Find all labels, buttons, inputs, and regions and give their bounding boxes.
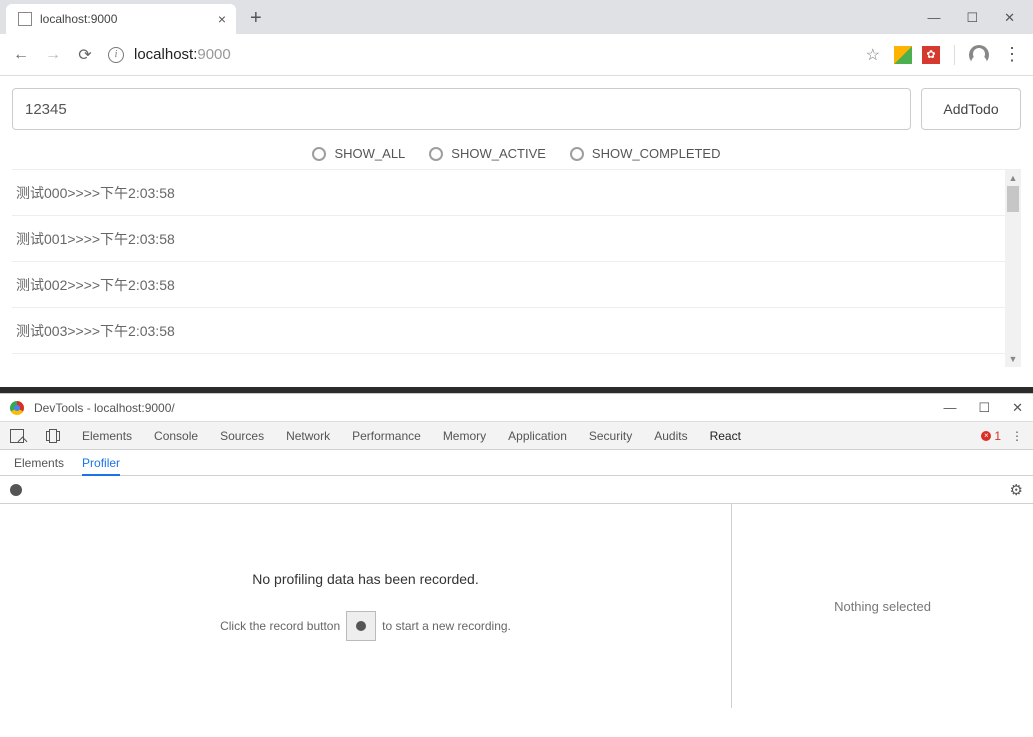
spacer <box>0 379 1033 387</box>
bookmark-star-icon[interactable]: ☆ <box>866 45 880 65</box>
url-port: 9000 <box>197 46 230 63</box>
todo-input[interactable] <box>12 88 911 130</box>
devtools-window: DevTools - localhost:9000/ — ☐ ✕ Element… <box>0 393 1033 708</box>
close-tab-icon[interactable]: × <box>218 12 226 26</box>
record-button-icon[interactable] <box>10 484 22 496</box>
browser-menu-icon[interactable]: ⋮ <box>1003 44 1021 65</box>
devtools-minimize-icon[interactable]: — <box>943 400 956 416</box>
list-item[interactable]: 测试000>>>>下午2:03:58 <box>12 170 1021 216</box>
devtools-title: DevTools - localhost:9000/ <box>34 401 175 415</box>
tab-performance[interactable]: Performance <box>352 429 421 443</box>
divider <box>954 45 955 65</box>
chrome-logo-icon <box>10 401 24 415</box>
filter-show-all[interactable]: SHOW_ALL <box>312 146 405 161</box>
settings-gear-icon[interactable]: ⚙ <box>1010 481 1023 499</box>
url-box[interactable]: i localhost:9000 <box>108 46 844 63</box>
radio-icon <box>312 147 326 161</box>
page-content: AddTodo SHOW_ALL SHOW_ACTIVE SHOW_COMPLE… <box>0 76 1033 379</box>
react-subtabs: Elements Profiler <box>0 450 1033 476</box>
inline-record-button[interactable] <box>346 611 376 641</box>
address-bar: ← → ⟳ i localhost:9000 ☆ ✿ ⋮ <box>0 34 1033 76</box>
site-info-icon[interactable]: i <box>108 47 124 63</box>
error-icon: × <box>981 431 991 441</box>
toggle-device-icon[interactable] <box>46 431 60 441</box>
window-title-bar: localhost:9000 × + — ☐ ✕ <box>0 0 1033 34</box>
list-item[interactable]: 测试001>>>>下午2:03:58 <box>12 216 1021 262</box>
profile-avatar-icon[interactable] <box>969 45 989 65</box>
browser-tab[interactable]: localhost:9000 × <box>6 4 236 34</box>
devtools-tabs: Elements Console Sources Network Perform… <box>0 422 1033 450</box>
filter-label: SHOW_ALL <box>334 146 405 161</box>
devtools-close-icon[interactable]: ✕ <box>1012 400 1023 416</box>
subtab-profiler[interactable]: Profiler <box>82 450 120 476</box>
profiler-message-2a: Click the record button <box>220 619 340 633</box>
profiler-toolbar: ⚙ <box>0 476 1033 504</box>
tab-react[interactable]: React <box>710 429 741 443</box>
back-icon[interactable]: ← <box>12 46 30 64</box>
devtools-maximize-icon[interactable]: ☐ <box>978 400 990 416</box>
inspect-element-icon[interactable] <box>10 429 24 443</box>
todo-list: 测试000>>>>下午2:03:58 测试001>>>>下午2:03:58 测试… <box>12 170 1021 367</box>
profiler-empty-state: No profiling data has been recorded. Cli… <box>0 504 732 708</box>
subtab-elements[interactable]: Elements <box>14 456 64 470</box>
forward-icon[interactable]: → <box>44 46 62 64</box>
tab-audits[interactable]: Audits <box>654 429 687 443</box>
radio-icon <box>429 147 443 161</box>
reload-icon[interactable]: ⟳ <box>76 45 94 65</box>
tab-elements[interactable]: Elements <box>82 429 132 443</box>
extension-icon-1[interactable] <box>894 46 912 64</box>
extension-icon-2[interactable]: ✿ <box>922 46 940 64</box>
scroll-thumb[interactable] <box>1007 186 1019 212</box>
tab-memory[interactable]: Memory <box>443 429 486 443</box>
list-item[interactable]: 测试002>>>>下午2:03:58 <box>12 262 1021 308</box>
error-indicator[interactable]: × 1 <box>981 429 1001 443</box>
page-icon <box>18 12 32 26</box>
filter-show-completed[interactable]: SHOW_COMPLETED <box>570 146 721 161</box>
tab-title: localhost:9000 <box>40 12 117 26</box>
devtools-menu-icon[interactable]: ⋮ <box>1011 429 1023 443</box>
filter-label: SHOW_COMPLETED <box>592 146 721 161</box>
tab-security[interactable]: Security <box>589 429 632 443</box>
tab-console[interactable]: Console <box>154 429 198 443</box>
vertical-scrollbar[interactable]: ▲ ▼ <box>1005 170 1021 367</box>
right-panel-text: Nothing selected <box>834 599 931 614</box>
scroll-up-icon[interactable]: ▲ <box>1005 170 1021 186</box>
new-tab-button[interactable]: + <box>236 7 272 34</box>
profiler-right-panel: Nothing selected <box>732 504 1033 708</box>
radio-icon <box>570 147 584 161</box>
tab-network[interactable]: Network <box>286 429 330 443</box>
devtools-title-bar: DevTools - localhost:9000/ — ☐ ✕ <box>0 394 1033 422</box>
list-item[interactable]: 测试003>>>>下午2:03:58 <box>12 308 1021 354</box>
window-maximize-icon[interactable]: ☐ <box>966 10 978 26</box>
scroll-down-icon[interactable]: ▼ <box>1005 351 1021 367</box>
filter-label: SHOW_ACTIVE <box>451 146 546 161</box>
filter-show-active[interactable]: SHOW_ACTIVE <box>429 146 546 161</box>
window-close-icon[interactable]: ✕ <box>1004 10 1015 26</box>
profiler-message-2b: to start a new recording. <box>382 619 511 633</box>
tab-sources[interactable]: Sources <box>220 429 264 443</box>
filter-row: SHOW_ALL SHOW_ACTIVE SHOW_COMPLETED <box>12 130 1021 169</box>
window-minimize-icon[interactable]: — <box>927 10 940 26</box>
url-host: localhost: <box>134 46 197 63</box>
record-dot-icon <box>356 621 366 631</box>
add-todo-button[interactable]: AddTodo <box>921 88 1021 130</box>
error-count: 1 <box>994 429 1001 443</box>
profiler-message-1: No profiling data has been recorded. <box>252 571 478 587</box>
tab-application[interactable]: Application <box>508 429 567 443</box>
scroll-track[interactable] <box>1005 212 1021 351</box>
